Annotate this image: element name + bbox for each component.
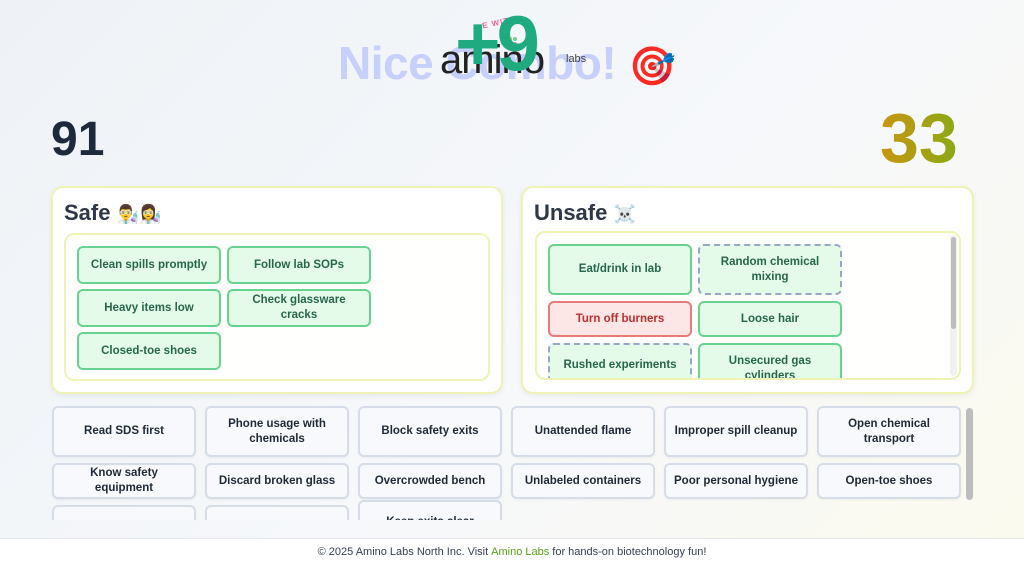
safe-title-text: Safe [64,200,111,225]
safe-card[interactable]: Check glassware cracks [227,289,371,327]
unsafe-panel: Unsafe ☠️ Eat/drink in lab Random chemic… [521,186,974,394]
pool-scrollbar-thumb[interactable] [966,408,973,500]
pool-card[interactable]: Open-toe shoes [817,463,961,499]
pool-card[interactable]: Unattended flame [511,406,655,457]
unsafe-card-wrong[interactable]: Turn off burners [548,301,692,337]
safe-card[interactable]: Closed-toe shoes [77,332,221,370]
bonus-points: +9 [455,0,540,87]
unsafe-card[interactable]: Random chemical mixing [698,244,842,295]
safe-card[interactable]: Clean spills promptly [77,246,221,284]
score-left: 91 [51,113,105,166]
safe-card[interactable]: Heavy items low [77,289,221,327]
pool-card[interactable]: Open chemical transport [817,406,961,457]
unsafe-card[interactable]: Loose hair [698,301,842,337]
unsafe-title-text: Unsafe [534,200,608,225]
safe-panel: Safe 👨‍🔬👩‍🔬 Clean spills promptly Follow… [51,186,503,394]
footer: © 2025 Amino Labs North Inc. Visit Amino… [0,538,1024,564]
pool-card[interactable]: Block safety exits [358,406,502,457]
unsafe-card[interactable]: Eat/drink in lab [548,244,692,295]
pool-card[interactable]: Keep exits clear [358,500,502,520]
card-pool: Read SDS first Phone usage with chemical… [51,404,974,520]
scientists-icon: 👨‍🔬👩‍🔬 [116,204,162,224]
pool-card[interactable]: Read SDS first [52,406,196,457]
pool-card[interactable]: Improper spill cleanup [664,406,808,457]
pool-card[interactable]: Know safety equipment [52,463,196,499]
safe-title: Safe 👨‍🔬👩‍🔬 [64,200,161,226]
logo-suffix: labs [566,53,587,65]
pool-card[interactable] [205,505,349,520]
safe-dropzone[interactable]: Clean spills promptly Follow lab SOPs He… [64,233,490,381]
pool-card[interactable]: Overcrowded bench [358,463,502,499]
footer-suffix: for hands-on biotechnology fun! [552,545,707,558]
skull-icon: ☠️ [613,204,636,224]
safe-card[interactable]: Follow lab SOPs [227,246,371,284]
unsafe-scrollbar[interactable] [950,235,957,376]
pool-card[interactable]: Poor personal hygiene [664,463,808,499]
pool-card[interactable]: Phone usage with chemicals [205,406,349,457]
amino-labs-link[interactable]: Amino Labs [491,546,549,558]
unsafe-scrollbar-thumb[interactable] [951,237,956,329]
score-right: 33 [880,99,958,177]
pool-card[interactable]: Discard broken glass [205,463,349,499]
unsafe-dropzone[interactable]: Eat/drink in lab Random chemical mixing … [535,231,961,380]
unsafe-card[interactable]: Rushed experiments [548,343,692,378]
footer-prefix: © 2025 Amino Labs North Inc. Visit [317,545,489,558]
unsafe-title: Unsafe ☠️ [534,200,636,226]
unsafe-card[interactable]: Unsecured gas cylinders [698,343,842,378]
pool-card[interactable] [52,505,196,520]
target-icon: 🎯 [628,45,676,88]
pool-card[interactable]: Unlabeled containers [511,463,655,499]
